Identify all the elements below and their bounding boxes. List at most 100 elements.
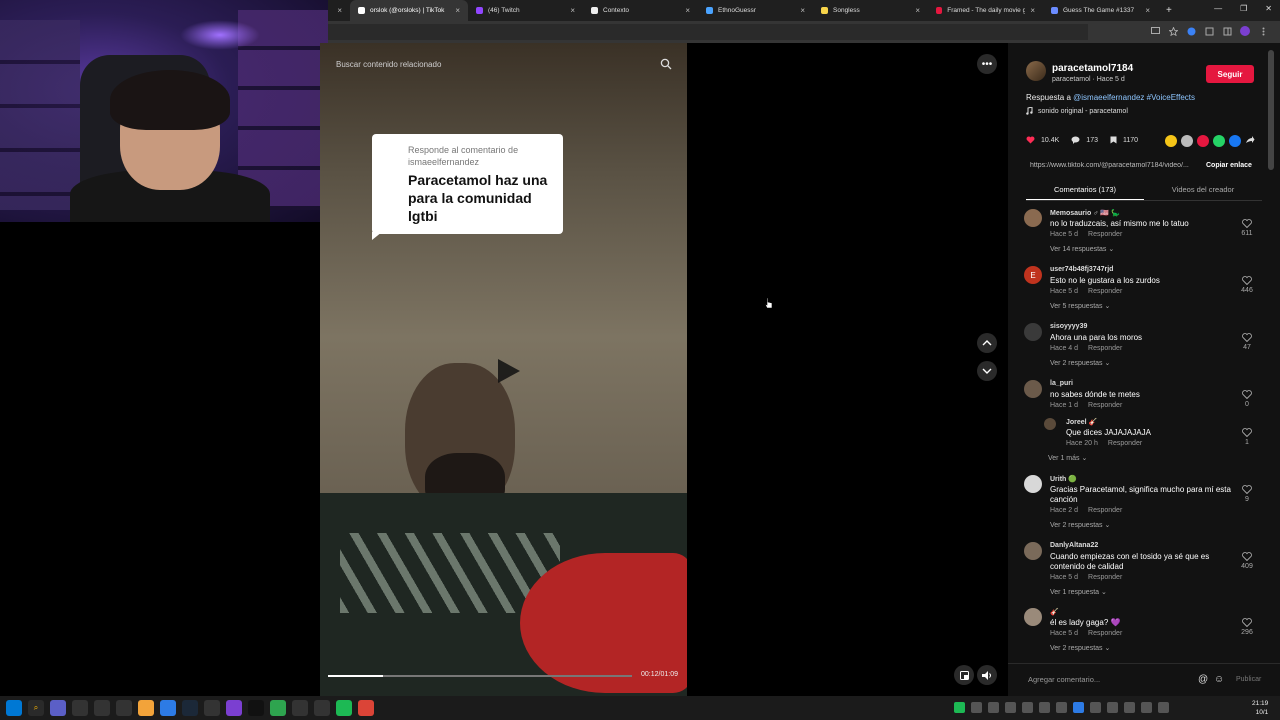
facebook-share-icon[interactable]: [1229, 135, 1241, 147]
tray-icon[interactable]: [988, 702, 999, 713]
comment-like-button[interactable]: 446: [1240, 276, 1254, 294]
tab-songless[interactable]: Songless ×: [813, 0, 928, 21]
view-replies-button[interactable]: Ver 2 respuestas ⌄: [1050, 521, 1110, 529]
tab-framed[interactable]: Framed - The daily movie gu... ×: [928, 0, 1043, 21]
app-icon[interactable]: [292, 700, 308, 716]
comment-avatar[interactable]: [1024, 475, 1042, 493]
app-icon[interactable]: [50, 700, 66, 716]
tray-icon[interactable]: [954, 702, 965, 713]
reply-button[interactable]: Responder: [1088, 574, 1122, 581]
plus-icon[interactable]: +: [1166, 5, 1172, 16]
reply-button[interactable]: Responder: [1088, 630, 1122, 637]
close-icon[interactable]: ×: [455, 6, 460, 15]
publish-button[interactable]: Publicar: [1236, 676, 1261, 683]
comment-like-button[interactable]: 611: [1240, 219, 1254, 237]
reply-username[interactable]: Joreel 🎸: [1066, 418, 1097, 426]
system-clock[interactable]: 21:19 10/1: [1252, 699, 1268, 717]
previous-video-button[interactable]: [977, 333, 997, 353]
comment-like-button[interactable]: 296: [1240, 618, 1254, 636]
close-icon[interactable]: ×: [800, 6, 805, 15]
maximize-button[interactable]: ❐: [1240, 4, 1247, 13]
picture-in-picture-button[interactable]: [954, 665, 974, 685]
tiktok-icon[interactable]: [248, 700, 264, 716]
sidebar-icon[interactable]: [1222, 26, 1232, 36]
comment-username[interactable]: sisoyyyy39: [1050, 323, 1087, 330]
minimize-button[interactable]: —: [1214, 4, 1222, 13]
comment-like-button[interactable]: 47: [1240, 333, 1254, 351]
tray-icon[interactable]: [1073, 702, 1084, 713]
tray-icon[interactable]: [971, 702, 982, 713]
reply-button[interactable]: Responder: [1088, 345, 1122, 352]
sound-link[interactable]: sonido original - paracetamol: [1026, 107, 1128, 115]
friends-share-icon[interactable]: [1181, 135, 1193, 147]
tab-guess-the-game[interactable]: Guess The Game #1337 ×: [1043, 0, 1158, 21]
play-icon[interactable]: [492, 356, 522, 386]
app-icon[interactable]: [314, 700, 330, 716]
search-related-input[interactable]: Buscar contenido relacionado: [336, 60, 441, 69]
wifi-icon[interactable]: [1141, 702, 1152, 713]
comment-avatar[interactable]: [1024, 209, 1042, 227]
steam-icon[interactable]: [182, 700, 198, 716]
tab-twitch[interactable]: (46) Twitch ×: [468, 0, 583, 21]
comment-username[interactable]: DanlyAltana22: [1050, 542, 1098, 549]
comment-username[interactable]: 🎸: [1050, 608, 1059, 616]
reply-button[interactable]: Responder: [1088, 288, 1122, 295]
comment-username[interactable]: Urith 🟢: [1050, 475, 1077, 483]
author-avatar[interactable]: [1026, 61, 1046, 81]
comment-username[interactable]: user74b48fj3747rjd: [1050, 266, 1113, 273]
new-tab-button[interactable]: +: [1158, 0, 1178, 21]
app-icon[interactable]: [226, 700, 242, 716]
extension-icon[interactable]: [1186, 26, 1196, 36]
comment-avatar[interactable]: [1024, 542, 1042, 560]
emoji-icon[interactable]: ☺: [1214, 674, 1224, 685]
close-icon[interactable]: ×: [570, 6, 575, 15]
mention-icon[interactable]: @: [1198, 674, 1208, 685]
view-replies-button[interactable]: Ver 2 respuestas ⌄: [1050, 359, 1110, 367]
tab-tiktok[interactable]: orslok (@orsloks) | TikTok ×: [350, 0, 468, 21]
address-bar[interactable]: [328, 24, 1088, 40]
cast-icon[interactable]: [1150, 26, 1160, 36]
app-icon[interactable]: [72, 700, 88, 716]
share-arrow-icon[interactable]: [1245, 135, 1255, 145]
comment-input[interactable]: Agregar comentario...: [1028, 675, 1100, 684]
search-icon[interactable]: ⌕: [28, 700, 44, 716]
view-replies-button[interactable]: Ver 1 respuesta ⌄: [1050, 588, 1107, 596]
whatsapp-share-icon[interactable]: [1213, 135, 1225, 147]
pinterest-share-icon[interactable]: [1197, 135, 1209, 147]
reply-button[interactable]: Responder: [1088, 231, 1122, 238]
tab-comments[interactable]: Comentarios (173): [1026, 181, 1144, 200]
embed-share-icon[interactable]: [1165, 135, 1177, 147]
reply-like-button[interactable]: 1: [1240, 428, 1254, 446]
tray-icon[interactable]: [1022, 702, 1033, 713]
app-icon[interactable]: [138, 700, 154, 716]
comment-button[interactable]: 173: [1071, 136, 1098, 144]
comment-like-button[interactable]: 409: [1240, 552, 1254, 570]
comment-avatar[interactable]: [1024, 608, 1042, 626]
close-icon[interactable]: ×: [1030, 6, 1035, 15]
tray-icon[interactable]: [1056, 702, 1067, 713]
copy-link-button[interactable]: Copiar enlace: [1206, 162, 1252, 169]
comment-avatar[interactable]: [1024, 323, 1042, 341]
app-icon[interactable]: [204, 700, 220, 716]
save-button[interactable]: 1170: [1110, 136, 1138, 144]
volume-button[interactable]: [977, 665, 997, 685]
hashtag-link[interactable]: #VoiceEffects: [1147, 93, 1195, 102]
comment-avatar[interactable]: E: [1024, 266, 1042, 284]
puzzle-icon[interactable]: [1204, 26, 1214, 36]
page-scrollbar[interactable]: [1268, 50, 1274, 170]
app-icon[interactable]: [270, 700, 286, 716]
reply-avatar[interactable]: [1044, 418, 1056, 430]
comment-username[interactable]: Memosaurio ♂ 🇺🇸 🦕: [1050, 209, 1120, 217]
app-icon[interactable]: [160, 700, 176, 716]
menu-icon[interactable]: [1258, 26, 1268, 36]
tab-previous-close[interactable]: ×: [328, 0, 350, 21]
close-icon[interactable]: ×: [337, 6, 342, 15]
author-username[interactable]: paracetamol7184: [1052, 63, 1133, 74]
video-player[interactable]: Buscar contenido relacionado Responde al…: [320, 43, 687, 696]
follow-button[interactable]: Seguir: [1206, 65, 1254, 83]
tray-icon[interactable]: [1039, 702, 1050, 713]
tab-contexto[interactable]: Contexto ×: [583, 0, 698, 21]
tray-icon[interactable]: [1090, 702, 1101, 713]
tray-icon[interactable]: [1107, 702, 1118, 713]
star-icon[interactable]: [1168, 26, 1178, 36]
